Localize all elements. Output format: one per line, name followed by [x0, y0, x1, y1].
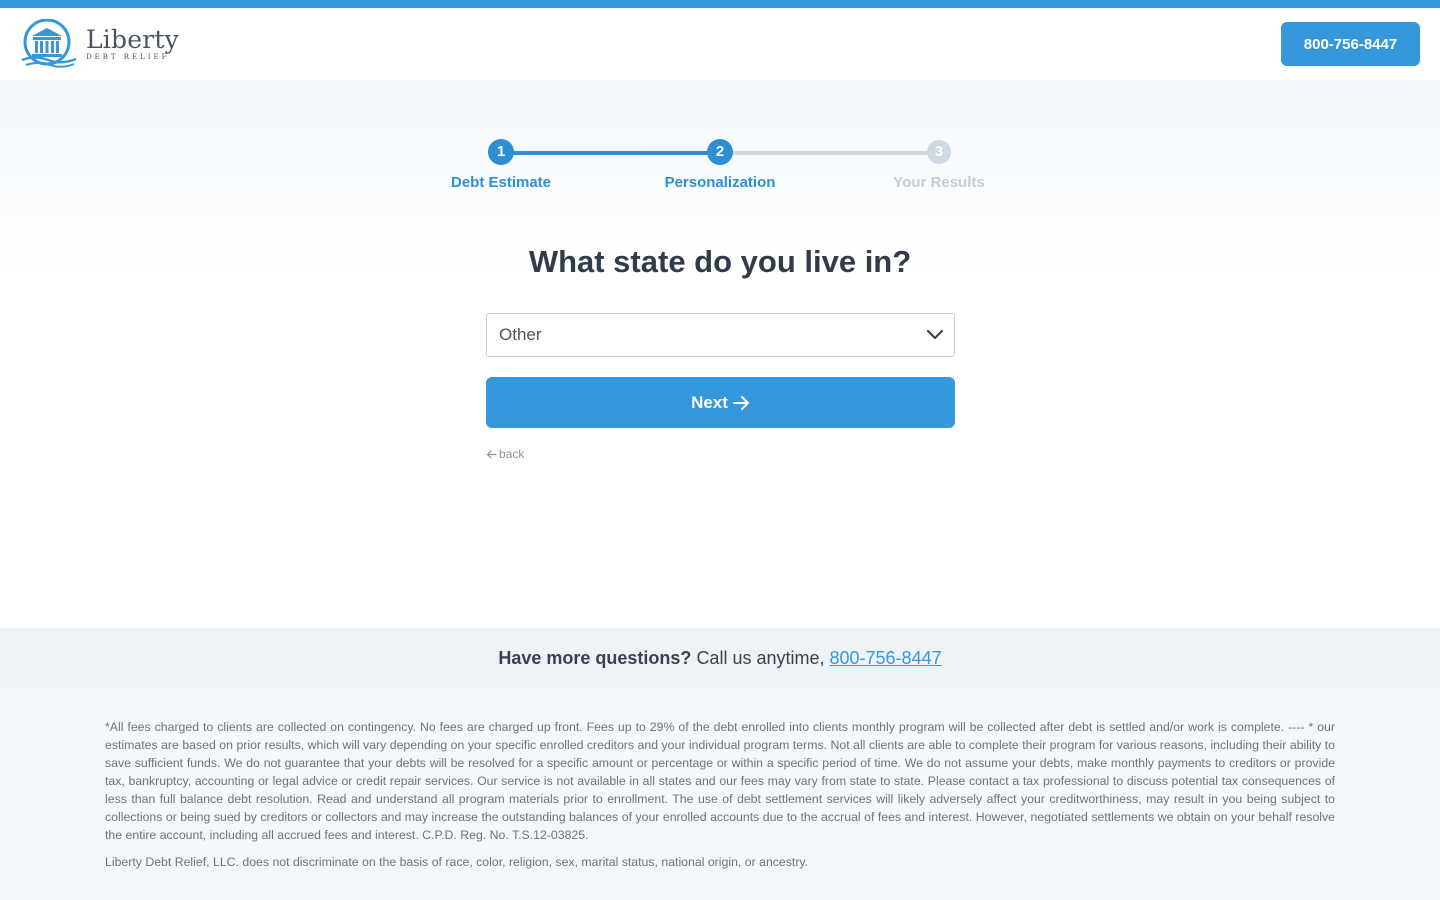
step-debt-estimate: 1 Debt Estimate [426, 138, 576, 191]
call-phone-button[interactable]: 800-756-8447 [1281, 22, 1420, 66]
chevron-down-icon [926, 329, 944, 340]
questions-text: Call us anytime, [696, 647, 825, 668]
arrow-right-icon [732, 395, 749, 410]
step-your-results: 3 Your Results [864, 138, 1014, 191]
back-link[interactable]: back [486, 447, 524, 461]
state-select[interactable]: Other [486, 313, 955, 357]
step-label: Your Results [893, 174, 985, 191]
bank-building-icon [21, 19, 77, 68]
step-number: 1 [488, 139, 514, 165]
question-heading: What state do you live in? [528, 244, 912, 279]
step-label: Debt Estimate [450, 174, 552, 191]
arrow-left-icon [486, 449, 497, 459]
questions-heading: Have more questions? [498, 647, 692, 668]
site-header: Liberty DEBT RELIEF 800-756-8447 [0, 8, 1440, 80]
brand-wordmark: Liberty DEBT RELIEF [86, 27, 179, 61]
footer-phone-link[interactable]: 800-756-8447 [830, 648, 942, 669]
disclaimer-footer: *All fees charged to clients are collect… [0, 688, 1440, 900]
progress-stepper: 1 Debt Estimate 2 Personalization 3 Your… [440, 138, 1000, 198]
next-button-label: Next [691, 392, 728, 412]
state-select-value: Other [499, 325, 542, 344]
step-number: 2 [707, 139, 733, 165]
back-link-label: back [499, 447, 525, 461]
nondiscrimination-notice: Liberty Debt Relief, LLC. does not discr… [105, 855, 809, 869]
brand-subtitle: DEBT RELIEF [86, 53, 170, 61]
step-number: 3 [927, 140, 951, 164]
questions-banner: Have more questions? Call us anytime, 80… [0, 628, 1440, 688]
fees-disclaimer: *All fees charged to clients are collect… [105, 720, 1335, 842]
brand-logo[interactable]: Liberty DEBT RELIEF [20, 19, 179, 69]
step-label: Personalization [664, 174, 776, 191]
next-button[interactable]: Next [486, 377, 955, 428]
step-personalization: 2 Personalization [645, 138, 795, 191]
brand-name: Liberty [86, 25, 179, 54]
top-accent-strip [0, 0, 1440, 8]
